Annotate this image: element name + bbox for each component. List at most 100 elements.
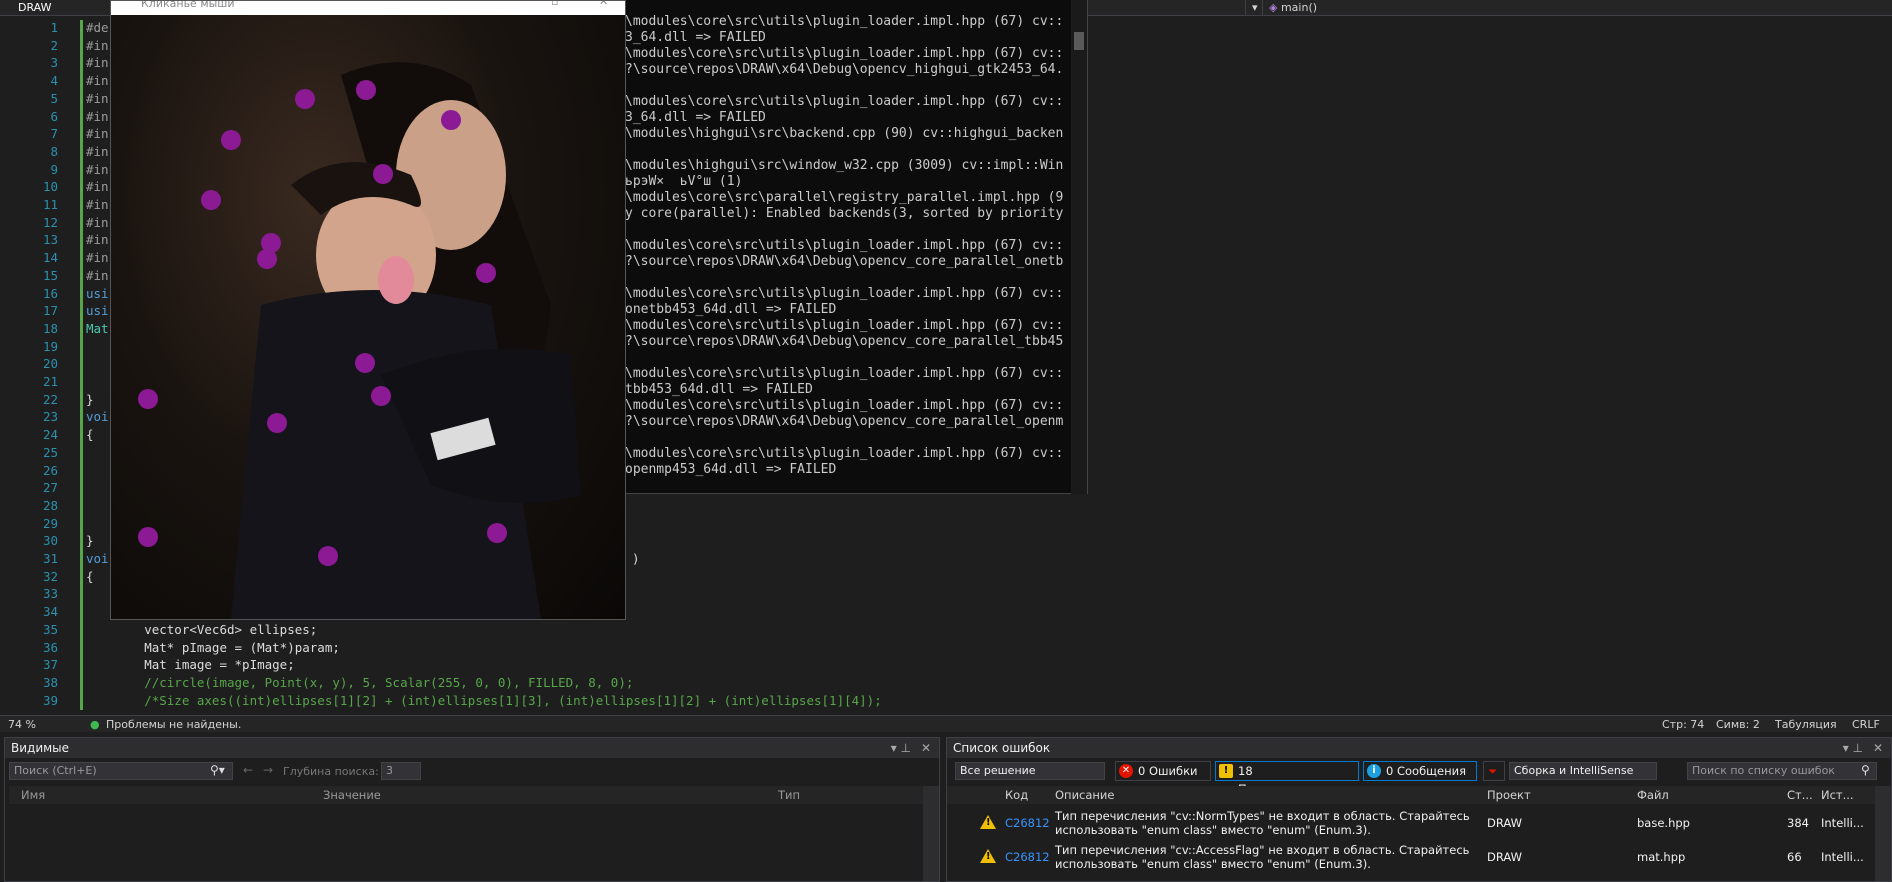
col-line[interactable]: Ст...	[1787, 788, 1813, 802]
search-icon[interactable]: ⚲	[1861, 763, 1870, 777]
error-code[interactable]: C26812	[1005, 816, 1050, 830]
code-fragment: #in	[86, 108, 109, 124]
console-line: \modules\core\src\utils\plugin_loader.im…	[625, 238, 1064, 253]
error-source: Intelli...	[1821, 850, 1864, 864]
col-project[interactable]: Проект	[1487, 788, 1531, 802]
col-source[interactable]: Ист...	[1821, 788, 1854, 802]
chevron-down-icon[interactable]: ▾	[1245, 0, 1261, 16]
eol-indicator[interactable]: CRLF	[1852, 718, 1880, 731]
search-depth-label: Глубина поиска:	[283, 765, 379, 778]
error-row[interactable]: ! C26812 Тип перечисления "cv::AccessFlag"…	[947, 840, 1875, 874]
line-number: 38	[42, 674, 58, 690]
col-value[interactable]: Значение	[323, 788, 381, 802]
scrollbar-thumb[interactable]	[1074, 32, 1084, 50]
line-number: 6	[50, 108, 58, 124]
error-scrollbar[interactable]	[1875, 786, 1891, 881]
locals-search-input[interactable]: Поиск (Ctrl+E)	[9, 762, 233, 780]
problems-status[interactable]: Проблемы не найдены.	[106, 718, 241, 731]
col-description[interactable]: Описание	[1055, 788, 1114, 802]
pin-icon[interactable]: ▾ ⊥	[1843, 738, 1863, 758]
error-description: Тип перечисления "cv::AccessFlag" не вхо…	[1055, 843, 1470, 857]
click-marker-dot	[441, 110, 461, 130]
line-number: 12	[42, 214, 58, 230]
console-line: ?\source\repos\DRAW\x64\Debug\opencv_cor…	[625, 334, 1064, 349]
code-fragment: usi	[86, 285, 109, 301]
click-marker-dot	[221, 130, 241, 150]
error-search-input[interactable]: Поиск по списку ошибок	[1687, 762, 1877, 780]
console-line: 3_64.dll => FAILED	[625, 110, 766, 125]
function-name: main()	[1280, 1, 1318, 14]
errors-count: 0 Ошибки	[1138, 764, 1198, 778]
back-arrow-icon[interactable]: ←	[243, 763, 253, 777]
col-file[interactable]: Файл	[1637, 788, 1669, 802]
forward-arrow-icon[interactable]: →	[263, 763, 273, 777]
line-number: 30	[42, 533, 58, 549]
click-marker-dot	[138, 527, 158, 547]
search-icon[interactable]: ⚲▾	[210, 763, 225, 777]
error-line: 384	[1787, 816, 1809, 830]
close-icon[interactable]: ✕	[1873, 738, 1883, 758]
col-code[interactable]: Код	[1005, 788, 1028, 802]
tabs-indicator[interactable]: Табуляция	[1775, 718, 1837, 731]
error-description-cont: использовать "enum class" вместо "enum" …	[1055, 823, 1371, 837]
scope-select[interactable]: Все решение	[955, 762, 1105, 780]
code-line: /*Size axes((int)ellipses[1][2] + (int)e…	[84, 692, 882, 708]
console-line: ?\source\repos\DRAW\x64\Debug\opencv_hig…	[625, 62, 1064, 77]
click-marker-dot	[138, 389, 158, 409]
code-line: Mat* pImage = (Mat*)param;	[84, 639, 340, 655]
col-name[interactable]: Имя	[21, 788, 45, 802]
close-icon[interactable]: ✕	[921, 738, 931, 758]
line-number: 8	[50, 143, 58, 159]
console-window[interactable]: \modules\core\src\utils\plugin_loader.im…	[625, 0, 1088, 494]
error-source: Intelli...	[1821, 816, 1864, 830]
click-marker-dot	[487, 523, 507, 543]
project-combo[interactable]: DRAW	[18, 1, 51, 14]
console-line: \modules\core\src\utils\plugin_loader.im…	[625, 398, 1064, 413]
build-filter-select[interactable]: Сборка и IntelliSense	[1509, 762, 1657, 780]
console-line: tbb453_64d.dll => FAILED	[625, 382, 813, 397]
pin-icon[interactable]: ▾ ⊥	[891, 738, 911, 758]
code-fragment: usi	[86, 303, 109, 319]
close-icon[interactable]: ✕	[599, 1, 608, 7]
editor-status-bar: 74 % ● Проблемы не найдены. Стр: 74 Симв…	[0, 715, 1892, 732]
line-number: 39	[42, 692, 58, 708]
error-project: DRAW	[1487, 816, 1522, 830]
photo-canvas[interactable]	[111, 15, 625, 619]
console-line: \modules\core\src\utils\plugin_loader.im…	[625, 286, 1064, 301]
console-line: onetbb453_64d.dll => FAILED	[625, 302, 837, 317]
image-window-titlebar[interactable]: Кликанье мыши ▫ ✕	[111, 1, 625, 15]
method-icon: ◈	[1269, 1, 1278, 14]
error-code[interactable]: C26812	[1005, 850, 1050, 864]
col-type[interactable]: Тип	[778, 788, 800, 802]
error-row[interactable]: ! C26812 Тип перечисления "cv::NormTypes" …	[947, 806, 1875, 840]
error-panel-header: Список ошибок ▾ ⊥ ✕	[947, 738, 1891, 758]
line-number: 14	[42, 250, 58, 266]
line-number: 11	[42, 197, 58, 212]
line-number-gutter: 1 2 3 4 5 6 7 8 9 10 11 12 13 14 15 16 17 18 19 20 21 22 23 24 2…	[0, 18, 90, 712]
code-fragment: #in	[86, 55, 109, 71]
errors-filter-button[interactable]: ✕ 0 Ошибки	[1115, 761, 1211, 781]
filter-icon[interactable]: ⏷	[1483, 761, 1505, 781]
maximize-icon[interactable]: ▫	[551, 1, 558, 7]
code-fragment: #in	[86, 73, 109, 89]
code-fragment: #in	[86, 161, 109, 177]
console-line: \modules\core\src\utils\plugin_loader.im…	[625, 94, 1064, 109]
code-fragment: voi	[86, 551, 109, 566]
search-depth-select[interactable]: 3	[381, 762, 421, 780]
image-window-title: Кликанье мыши	[141, 1, 235, 10]
change-indicator	[80, 20, 83, 710]
code-line: //circle(image, Point(x, y), 5, Scalar(2…	[84, 674, 634, 690]
zoom-level[interactable]: 74 %	[8, 718, 36, 731]
code-fragment: }	[86, 391, 94, 407]
locals-scrollbar[interactable]	[923, 786, 939, 881]
messages-filter-button[interactable]: i 0 Сообщения	[1363, 761, 1477, 781]
console-line: \modules\core\src\utils\plugin_loader.im…	[625, 366, 1064, 381]
click-marker-dot	[257, 249, 277, 269]
image-window[interactable]: Кликанье мыши ▫ ✕	[110, 0, 626, 620]
line-number: 2	[50, 37, 58, 53]
console-line: ьрэW× ьV°ш (1)	[625, 174, 743, 189]
console-scrollbar[interactable]	[1071, 0, 1087, 494]
warnings-filter-button[interactable]: !18 Предупреждения	[1215, 761, 1359, 796]
line-number: 22	[42, 391, 58, 407]
function-combo[interactable]: ◈ main()	[1262, 0, 1892, 16]
